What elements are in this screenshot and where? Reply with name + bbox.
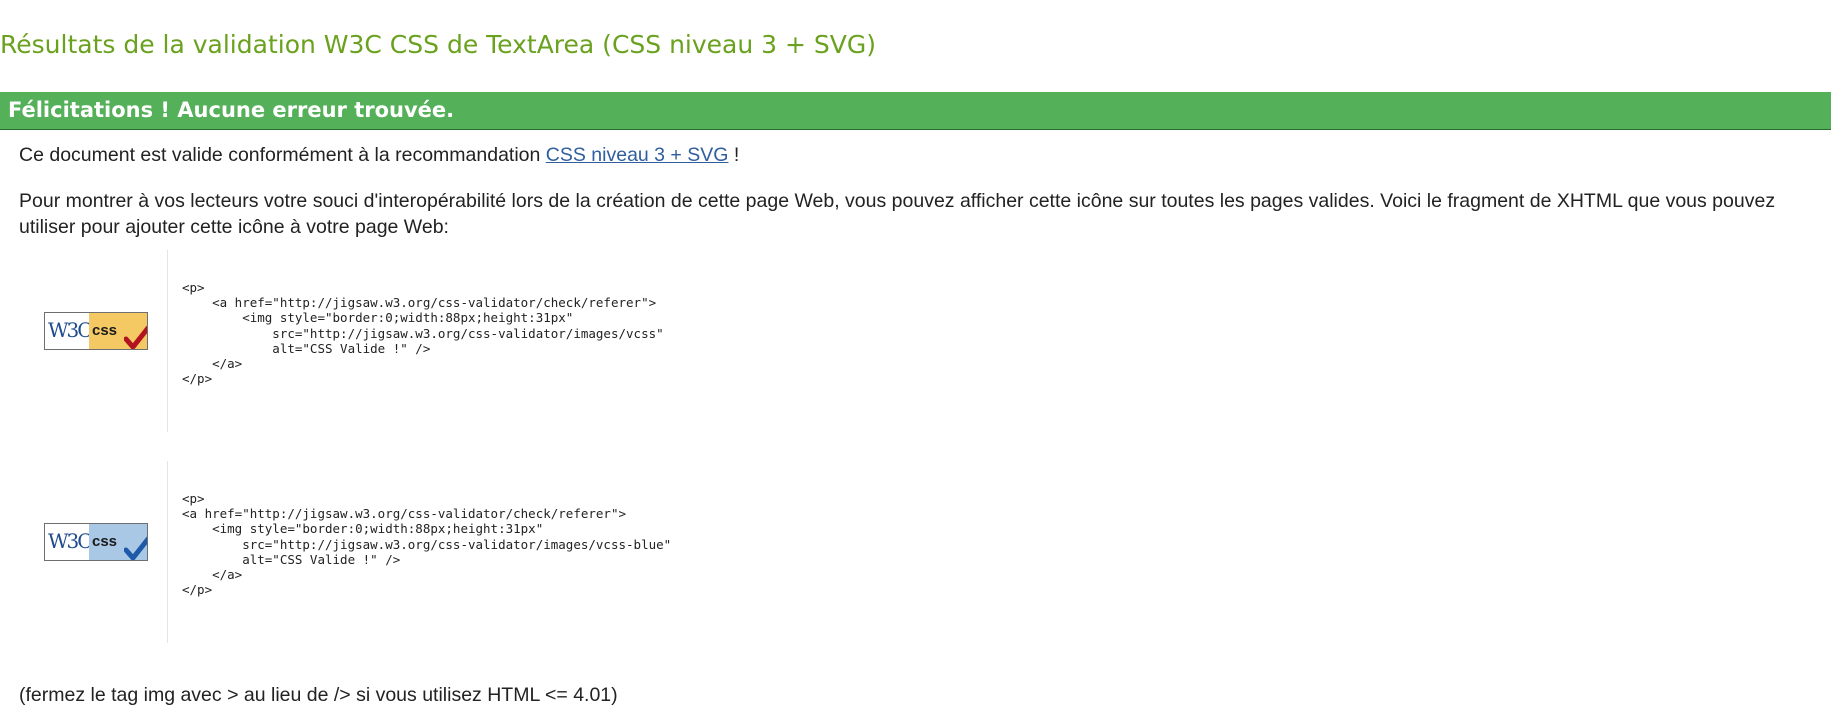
badge-w3c-text: W3C [48,318,93,342]
badge-cell: W3C css [19,461,168,643]
badge-css-area: css [89,524,147,560]
validity-text-after: ! [728,144,740,166]
w3c-css-badge-gold: W3C css [44,312,148,350]
css-level-3-svg-link[interactable]: CSS niveau 3 + SVG [546,144,729,166]
interop-paragraph: Pour montrer à vos lecteurs votre souci … [19,190,1776,238]
validity-statement: Ce document est valide conformément à la… [19,142,739,168]
validity-text-before: Ce document est valide conformément à la… [19,144,546,166]
badge-w3c-text: W3C [48,529,93,553]
badge-css-text: css [92,533,118,550]
badge-cell: W3C css [19,250,168,432]
page-title: Résultats de la validation W3C CSS de Te… [0,30,877,59]
w3c-css-badge-blue: W3C css [44,523,148,561]
checkmark-icon [124,325,147,349]
code-snippet-blue[interactable]: <p> <a href="http://jigsaw.w3.org/css-va… [182,491,671,597]
code-snippet-gold[interactable]: <p> <a href="http://jigsaw.w3.org/css-va… [182,280,664,386]
success-banner: Félicitations ! Aucune erreur trouvée. [0,92,1831,130]
checkmark-icon [124,536,147,560]
badge-css-area: css [89,313,147,349]
badge-block-blue: W3C css <p> <a href="http://jigsaw.w3.or… [19,461,819,643]
badge-block-gold: W3C css <p> <a href="http://jigsaw.w3.or… [19,250,819,432]
html-401-note: (fermez le tag img avec > au lieu de /> … [19,684,618,706]
success-message: Félicitations ! Aucune erreur trouvée. [8,98,455,122]
badge-css-text: css [92,322,118,339]
